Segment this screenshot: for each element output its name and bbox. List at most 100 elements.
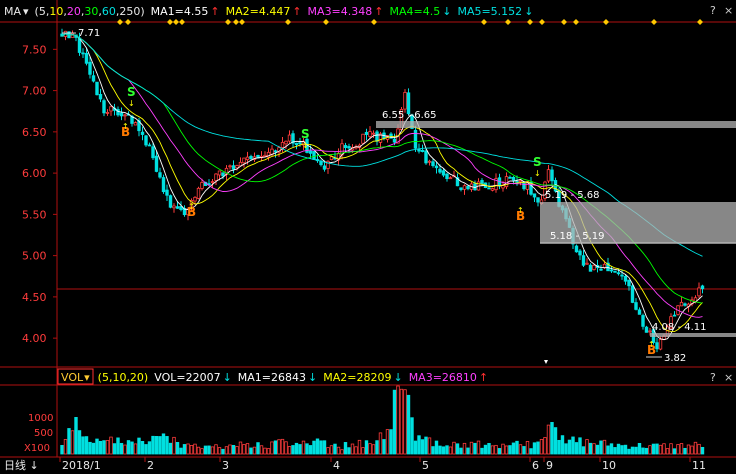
- volume-bar: [109, 436, 113, 455]
- price-band: [540, 242, 736, 244]
- ma-param: 60: [102, 5, 116, 18]
- candle-body: [648, 330, 652, 333]
- stock-chart[interactable]: MA ▾ (5,10,20,30,60,250) MA1=4.55 ↑ MA2=4.447…: [0, 0, 736, 474]
- ma-trend-icon: ↓: [524, 5, 533, 18]
- volume-bar: [151, 435, 155, 455]
- candle-body: [641, 315, 645, 327]
- volume-bar: [319, 440, 323, 455]
- volume-bar: [413, 440, 418, 455]
- vol-help-button[interactable]: ?: [710, 371, 716, 384]
- vol-value: VOL=22007: [154, 371, 220, 384]
- candle-body: [427, 160, 432, 163]
- volume-bar: [322, 440, 327, 455]
- volume-bar: [182, 444, 187, 455]
- candle-body: [644, 326, 649, 333]
- candle-body: [231, 165, 236, 170]
- volume-bar: [364, 440, 369, 455]
- main-close-button[interactable]: ×: [724, 4, 733, 17]
- candle-body: [151, 146, 155, 159]
- date-axis-label: 2: [147, 459, 154, 472]
- up-arrow-icon: ↑: [122, 122, 129, 131]
- vol-indicator-header[interactable]: VOL▾ (5,10,20) VOL=22007 ↓ MA1=26843 ↓ MA2=282…: [61, 371, 488, 384]
- period-arrow-icon[interactable]: ↓: [30, 459, 39, 472]
- volume-bar: [326, 447, 330, 455]
- sell-signal[interactable]: S: [533, 155, 542, 169]
- y-axis-label: 5.50: [22, 208, 47, 221]
- candle-body: [585, 262, 589, 265]
- volume-bar: [140, 441, 145, 455]
- volume-bar: [452, 441, 456, 455]
- volume-bar: [354, 446, 358, 455]
- candle-body: [550, 169, 554, 182]
- candle-body: [84, 52, 89, 64]
- candle-body: [312, 151, 316, 160]
- candle-body: [515, 180, 519, 183]
- vol-close-button[interactable]: ×: [724, 371, 733, 384]
- sell-signal[interactable]: S: [127, 85, 136, 99]
- volume-bar: [298, 444, 302, 455]
- volume-bar: [634, 446, 638, 455]
- ma-dropdown-icon: ▾: [23, 5, 29, 18]
- volume-bar: [256, 442, 260, 455]
- volume-bar: [417, 435, 421, 455]
- volume-bar: [144, 444, 148, 455]
- candle-body: [700, 285, 705, 290]
- period-label[interactable]: 日线: [4, 458, 26, 472]
- candle-body: [592, 264, 596, 270]
- volume-bar: [497, 448, 502, 455]
- sell-signal[interactable]: S: [301, 127, 310, 141]
- volume-bar: [448, 446, 453, 455]
- volume-bar: [133, 443, 138, 455]
- volume-bar: [361, 447, 365, 455]
- ma-param: 250: [119, 5, 140, 18]
- candle-body: [147, 144, 152, 147]
- volume-bar: [669, 443, 673, 455]
- vol-trend-icon: ↑: [479, 371, 488, 384]
- volume-bar: [665, 448, 670, 455]
- candle-body: [280, 142, 285, 148]
- candle-body: [613, 270, 617, 273]
- volume-bar: [312, 440, 316, 455]
- ma-value: MA4=4.5: [390, 5, 441, 18]
- vol-trend-icon: ↓: [223, 371, 232, 384]
- volume-bar: [459, 447, 463, 455]
- volume-bar: [179, 447, 183, 455]
- volume-bar: [305, 443, 309, 455]
- volume-bar: [672, 448, 677, 455]
- ma-trend-icon: ↓: [442, 5, 451, 18]
- volume-bar: [553, 427, 558, 455]
- volume-bar: [679, 443, 684, 455]
- price-band: [376, 121, 736, 128]
- candle-body: [158, 172, 162, 178]
- volume-bar: [658, 444, 663, 455]
- volume-bar: [249, 447, 253, 455]
- volume-bar: [536, 441, 540, 455]
- volume-bar: [389, 429, 393, 455]
- period-selector[interactable]: 日线 ↓: [4, 458, 39, 472]
- ma-param: 5: [39, 5, 46, 18]
- volume-bar: [490, 445, 495, 455]
- y-axis-label: 6.00: [22, 167, 47, 180]
- volume-bar: [70, 430, 75, 455]
- candle-body: [490, 188, 495, 191]
- volume-bar: [641, 447, 645, 455]
- candle-body: [193, 196, 197, 202]
- candle-body: [697, 287, 701, 297]
- volume-bar: [123, 444, 127, 455]
- volume-bar: [105, 440, 110, 455]
- volume-bar: [441, 446, 446, 455]
- candle-body: [235, 165, 239, 169]
- volume-bar: [175, 442, 180, 455]
- candle-body: [109, 106, 113, 112]
- date-axis-label: 2018/1: [62, 459, 101, 472]
- volume-bar: [263, 447, 267, 455]
- main-help-button[interactable]: ?: [710, 4, 716, 17]
- date-axis-label: 5: [422, 459, 429, 472]
- vol-value: MA2=28209: [323, 371, 391, 384]
- volume-bar: [242, 444, 246, 455]
- volume-bar: [501, 443, 505, 455]
- candle-body: [466, 185, 470, 190]
- volume-bar: [291, 445, 295, 455]
- candle-body: [420, 149, 425, 152]
- ma-trend-icon: ↑: [210, 5, 219, 18]
